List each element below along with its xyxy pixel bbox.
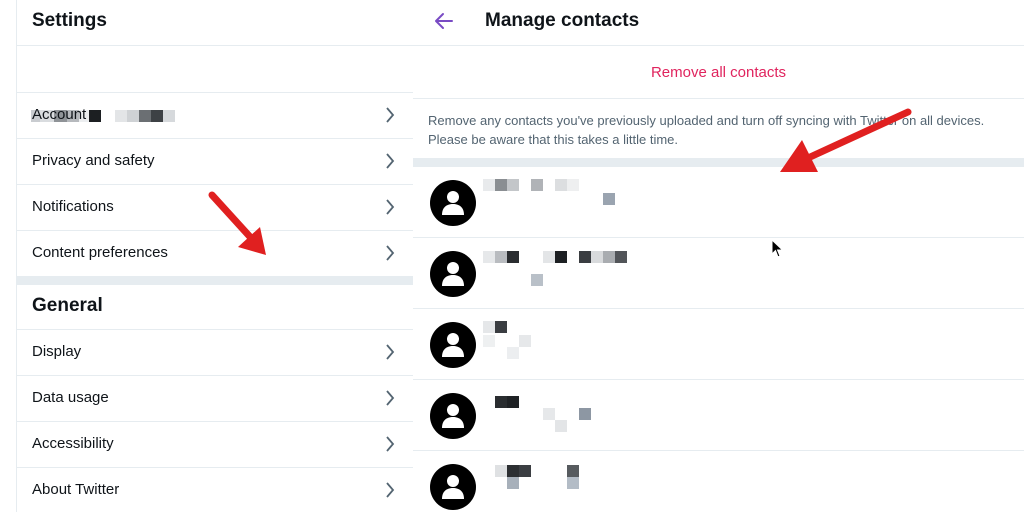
settings-title: Settings (32, 10, 107, 31)
contact-row[interactable] (413, 380, 1024, 451)
default-avatar-icon (430, 393, 476, 439)
chevron-right-icon (386, 344, 395, 360)
manage-contacts-title: Manage contacts (485, 10, 640, 31)
contact-row[interactable] (413, 167, 1024, 238)
default-avatar-icon (430, 180, 476, 226)
settings-item-content-preferences[interactable]: Content preferences (17, 231, 413, 276)
remove-all-contacts-button[interactable]: Remove all contacts (651, 64, 786, 81)
default-avatar-icon (430, 464, 476, 510)
manage-contacts-panel: Manage contacts Remove all contacts Remo… (413, 0, 1024, 512)
settings-item-label: Account (32, 106, 87, 123)
settings-item-notifications[interactable]: Notifications (17, 185, 413, 231)
remove-description: Remove any contacts you've previously up… (428, 113, 985, 147)
settings-item-label: Display (32, 343, 82, 360)
contact-row[interactable] (413, 238, 1024, 309)
settings-item-about-twitter[interactable]: About Twitter (17, 468, 413, 513)
settings-header: Settings (17, 0, 413, 46)
settings-item-accessibility[interactable]: Accessibility (17, 422, 413, 468)
settings-item-label: Data usage (32, 389, 109, 406)
manage-contacts-header: Manage contacts (413, 0, 1024, 46)
mouse-cursor-icon (771, 239, 784, 258)
chevron-right-icon (386, 153, 395, 169)
settings-item-label: Content preferences (32, 244, 168, 261)
contact-row[interactable] (413, 451, 1024, 521)
contact-row[interactable] (413, 309, 1024, 380)
chevron-right-icon (386, 482, 395, 498)
settings-item-label: Privacy and safety (32, 152, 155, 169)
settings-item-privacy[interactable]: Privacy and safety (17, 139, 413, 185)
settings-item-label: About Twitter (32, 481, 120, 498)
settings-item-label: Notifications (32, 198, 114, 215)
chevron-right-icon (386, 199, 395, 215)
chevron-right-icon (386, 436, 395, 452)
settings-item-display[interactable]: Display (17, 330, 413, 376)
section-divider (17, 276, 413, 285)
settings-item-data-usage[interactable]: Data usage (17, 376, 413, 422)
default-avatar-icon (430, 322, 476, 368)
general-section-title: General (32, 295, 103, 316)
chevron-right-icon (386, 245, 395, 261)
settings-item-account[interactable]: Account (17, 93, 413, 139)
chevron-right-icon (386, 390, 395, 406)
default-avatar-icon (430, 251, 476, 297)
settings-item-label: Accessibility (32, 435, 114, 452)
settings-panel: Settings Account Privacy and safety Noti… (16, 0, 414, 512)
back-arrow-icon[interactable] (433, 10, 455, 32)
remove-all-row: Remove all contacts (413, 46, 1024, 99)
general-section-header: General (17, 285, 413, 330)
chevron-right-icon (386, 107, 395, 123)
section-divider (413, 158, 1024, 167)
account-username-row[interactable] (17, 46, 413, 122)
